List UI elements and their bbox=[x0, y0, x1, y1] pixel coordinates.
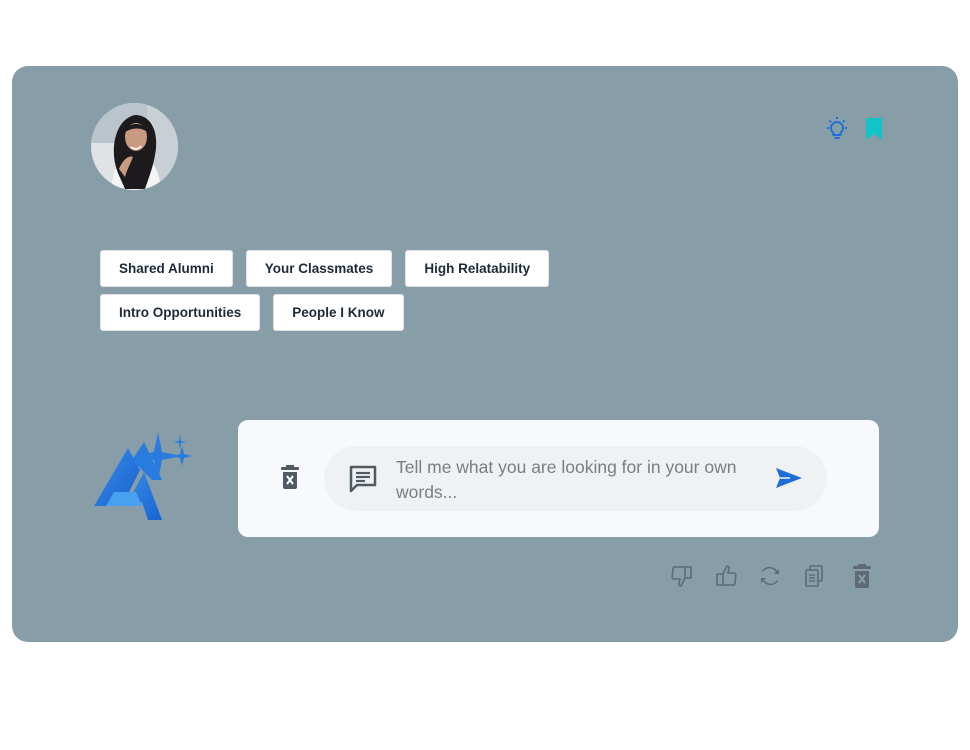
ai-logo-icon bbox=[92, 430, 202, 527]
chat-box: Tell me what you are looking for in your… bbox=[238, 420, 879, 537]
chip-your-classmates[interactable]: Your Classmates bbox=[245, 250, 393, 287]
header-icons bbox=[824, 116, 884, 142]
copy-icon[interactable] bbox=[802, 564, 826, 588]
trash-icon[interactable] bbox=[850, 564, 874, 588]
thumbs-up-icon[interactable] bbox=[714, 564, 738, 588]
trash-icon bbox=[281, 465, 299, 489]
send-button[interactable] bbox=[774, 466, 804, 495]
filter-chips: Shared Alumni Your Classmates High Relat… bbox=[100, 250, 570, 331]
chip-high-relatability[interactable]: High Relatability bbox=[405, 250, 550, 287]
recommendation-card: Shared Alumni Your Classmates High Relat… bbox=[12, 66, 958, 642]
refresh-icon[interactable] bbox=[758, 564, 782, 588]
clear-chat-button[interactable] bbox=[280, 464, 300, 495]
bookmark-icon[interactable] bbox=[864, 117, 884, 141]
chip-intro-opportunities[interactable]: Intro Opportunities bbox=[100, 294, 261, 331]
avatar[interactable] bbox=[91, 103, 178, 190]
chip-people-i-know[interactable]: People I Know bbox=[273, 294, 404, 331]
profile-photo bbox=[91, 103, 178, 190]
chip-shared-alumni[interactable]: Shared Alumni bbox=[100, 250, 233, 287]
lightbulb-icon[interactable] bbox=[824, 116, 850, 142]
thumbs-down-icon[interactable] bbox=[670, 564, 694, 588]
message-icon bbox=[348, 464, 378, 499]
send-icon bbox=[776, 468, 802, 488]
message-input[interactable]: Tell me what you are looking for in your… bbox=[324, 446, 827, 511]
response-actions bbox=[670, 564, 874, 588]
message-placeholder: Tell me what you are looking for in your… bbox=[396, 457, 737, 502]
